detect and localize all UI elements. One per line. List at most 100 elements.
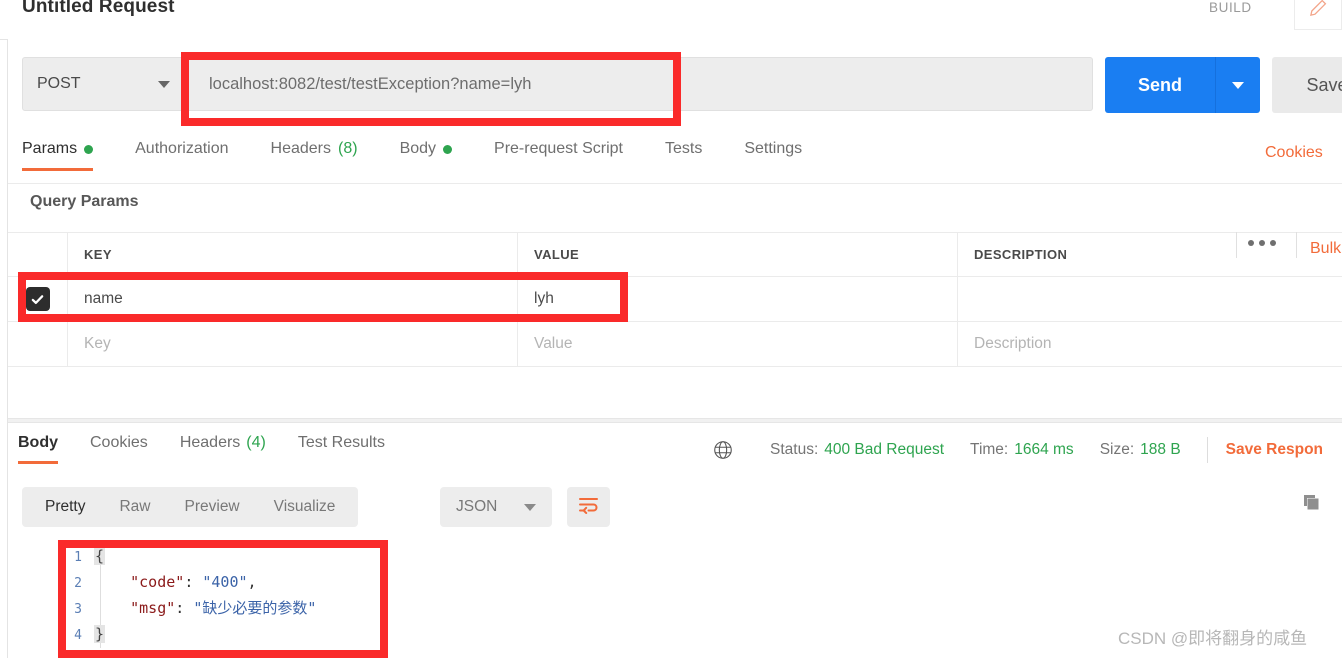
query-params-heading: Query Params: [30, 193, 139, 210]
response-tab-body-label: Body: [18, 434, 58, 451]
request-tabs: Params Authorization Headers (8) Body Pr…: [22, 140, 824, 182]
line-number: 4: [74, 628, 82, 643]
save-button[interactable]: Save: [1272, 57, 1342, 113]
params-modified-dot-icon: [84, 144, 94, 154]
response-language-label: JSON: [456, 498, 498, 515]
line-number: 1: [74, 550, 82, 565]
toolbar-separator-2: [1296, 232, 1297, 258]
tab-pre-request-script[interactable]: Pre-request Script: [494, 140, 645, 158]
tab-pre-request-script-label: Pre-request Script: [494, 140, 623, 157]
send-button[interactable]: Send: [1105, 57, 1215, 113]
code-line: 4 }: [60, 621, 316, 647]
tab-params-label: Params: [22, 140, 78, 157]
code-line: 1 {: [60, 543, 316, 569]
param-enabled-checkbox[interactable]: [25, 287, 50, 311]
copy-icon: [1301, 492, 1323, 519]
response-tabs: Body Cookies Headers (4) Test Results: [18, 434, 417, 474]
code-line: 2 "code": "400",: [60, 569, 316, 595]
ellipsis-icon[interactable]: [1248, 240, 1276, 246]
cookies-link[interactable]: Cookies: [1265, 144, 1323, 162]
header-value: VALUE: [518, 233, 958, 276]
tab-tests[interactable]: Tests: [665, 140, 724, 158]
response-tab-test-results-label: Test Results: [297, 434, 385, 451]
code-line: 3 "msg": "缺少必要的参数": [60, 595, 316, 621]
code-token-key: "msg": [130, 599, 176, 617]
placeholder-description[interactable]: Description: [958, 322, 1342, 366]
code-token-brace: {: [94, 547, 106, 565]
response-tab-headers[interactable]: Headers (4): [180, 434, 266, 452]
tab-authorization[interactable]: Authorization: [135, 140, 250, 158]
table-row[interactable]: name lyh: [8, 277, 1342, 322]
code-token-brace: }: [94, 625, 106, 643]
tab-authorization-label: Authorization: [135, 140, 229, 157]
placeholder-key[interactable]: Key: [68, 322, 518, 366]
chevron-down-icon: [158, 80, 170, 88]
status-value: 400 Bad Request: [824, 441, 945, 458]
request-title: Untitled Request: [22, 0, 175, 17]
code-token-punct: :: [184, 573, 203, 591]
code-token-punct: :: [175, 599, 194, 617]
tab-headers[interactable]: Headers (8): [271, 140, 380, 158]
request-tabs-divider: [8, 183, 1342, 184]
row-description[interactable]: [958, 277, 1342, 321]
http-method-select[interactable]: POST: [22, 57, 185, 111]
globe-icon[interactable]: [712, 439, 734, 461]
chevron-down-icon: [1232, 81, 1244, 89]
format-tab-preview[interactable]: Preview: [168, 498, 257, 516]
tab-headers-label: Headers: [270, 140, 331, 157]
tab-tests-label: Tests: [664, 140, 703, 157]
response-tab-headers-count: (4): [246, 434, 266, 451]
table-placeholder-row[interactable]: Key Value Description: [8, 322, 1342, 367]
response-body-code[interactable]: 1 { 2 "code": "400", 3 "msg": "缺少必要的参数" …: [60, 543, 316, 647]
tab-settings[interactable]: Settings: [744, 140, 824, 158]
size-value: 188 B: [1140, 441, 1181, 458]
word-wrap-icon: [578, 496, 600, 519]
active-tab-underline: [22, 168, 94, 171]
status-label: Status:: [770, 441, 819, 458]
row-key[interactable]: name: [68, 277, 518, 321]
response-tab-cookies-label: Cookies: [90, 434, 148, 451]
row-checkbox-cell[interactable]: [8, 277, 68, 321]
tab-body[interactable]: Body: [400, 140, 474, 158]
format-tab-pretty[interactable]: Pretty: [28, 498, 102, 516]
time-label: Time:: [970, 441, 1009, 458]
url-input[interactable]: localhost:8082/test/testException?name=l…: [185, 57, 1093, 111]
response-format-tabs: Pretty Raw Preview Visualize: [22, 487, 359, 527]
placeholder-checkbox-cell[interactable]: [8, 322, 68, 366]
header-description: DESCRIPTION: [974, 247, 1068, 262]
response-tab-headers-label: Headers: [179, 434, 241, 451]
pencil-icon: [1308, 0, 1328, 18]
word-wrap-button[interactable]: [567, 487, 610, 527]
pane-divider[interactable]: [8, 418, 1342, 423]
copy-button[interactable]: [1298, 491, 1326, 519]
http-method-label: POST: [37, 75, 81, 92]
save-response-link[interactable]: Save Respon: [1226, 441, 1323, 459]
left-panel-border-top: [0, 39, 8, 40]
line-number: 2: [74, 576, 82, 591]
active-tab-underline: [18, 461, 58, 464]
format-tab-visualize[interactable]: Visualize: [257, 498, 353, 516]
tab-body-label: Body: [399, 140, 437, 157]
code-token-string: "缺少必要的参数": [193, 599, 317, 617]
watermark: CSDN @即将翻身的咸鱼: [1118, 629, 1308, 648]
response-tab-body[interactable]: Body: [18, 434, 58, 464]
response-tab-test-results[interactable]: Test Results: [298, 434, 385, 452]
response-language-select[interactable]: JSON: [440, 487, 552, 527]
response-tab-cookies[interactable]: Cookies: [90, 434, 148, 452]
edit-request-button[interactable]: [1294, 0, 1342, 30]
row-value[interactable]: lyh: [518, 277, 958, 321]
header-key: KEY: [68, 233, 518, 276]
code-token-comma: ,: [247, 573, 257, 591]
time-value: 1664 ms: [1014, 441, 1074, 458]
bulk-edit-link[interactable]: Bulk: [1310, 240, 1341, 258]
send-options-button[interactable]: [1215, 57, 1260, 113]
format-tab-raw[interactable]: Raw: [102, 498, 167, 516]
code-token-key: "code": [130, 573, 185, 591]
size-label: Size:: [1099, 441, 1135, 458]
build-label: BUILD: [1209, 0, 1252, 15]
placeholder-value[interactable]: Value: [518, 322, 958, 366]
table-header-row: KEY VALUE DESCRIPTION: [8, 232, 1342, 277]
line-number: 3: [74, 602, 82, 617]
tab-params[interactable]: Params: [22, 140, 115, 171]
code-token-string: "400": [202, 573, 248, 591]
